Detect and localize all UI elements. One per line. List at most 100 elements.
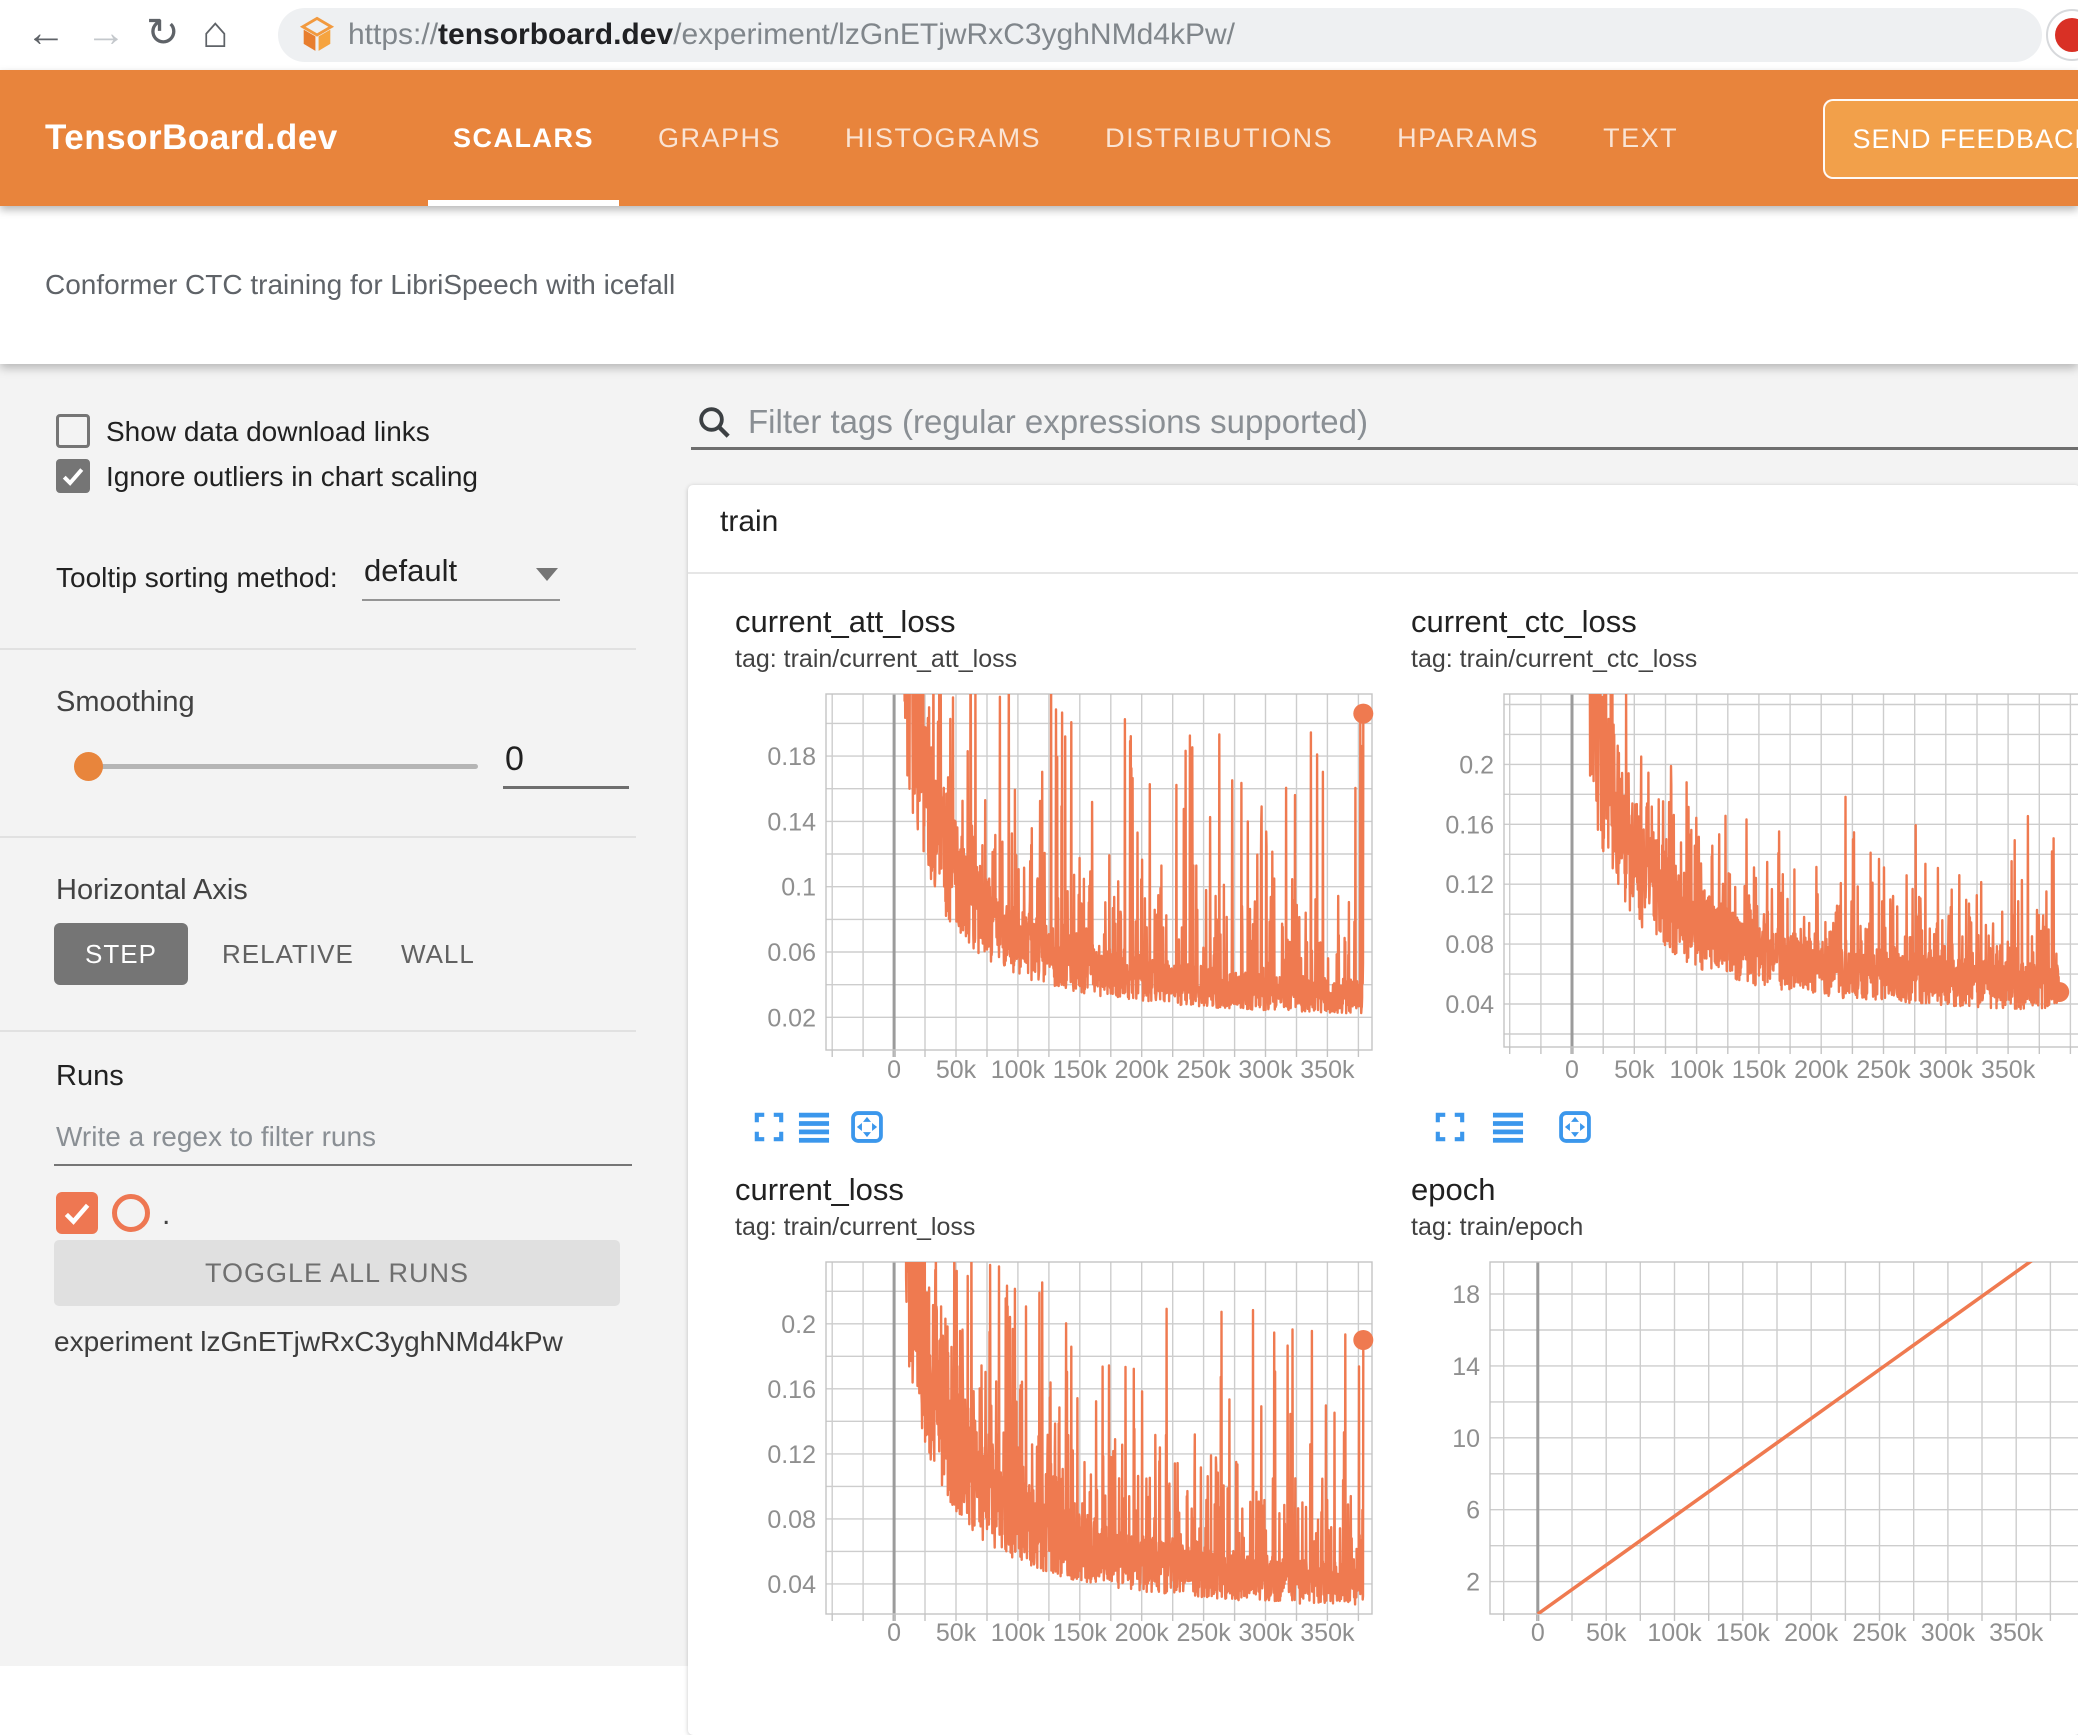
smoothing-slider-thumb[interactable] bbox=[74, 752, 103, 781]
app-header: TensorBoard.dev SCALARS GRAPHS HISTOGRAMS D… bbox=[0, 70, 2078, 206]
smoothing-value-underline bbox=[503, 786, 629, 789]
runs-regex-underline bbox=[54, 1164, 632, 1166]
svg-text:250k: 250k bbox=[1856, 1056, 1911, 1084]
tooltip-sorting-underline bbox=[362, 599, 560, 601]
tab-hparams[interactable]: HPARAMS bbox=[1372, 70, 1564, 206]
toggle-y-axis-icon[interactable] bbox=[1489, 1108, 1527, 1146]
svg-text:0.16: 0.16 bbox=[1445, 811, 1494, 839]
svg-text:0.06: 0.06 bbox=[767, 939, 816, 967]
svg-text:100k: 100k bbox=[1669, 1056, 1724, 1084]
fullscreen-icon[interactable] bbox=[1431, 1108, 1469, 1146]
chart-plot-current_loss[interactable]: 0.040.080.120.160.20 50k 100k 150k 200k 250k 3… bbox=[740, 1244, 1390, 1666]
svg-text:100k: 100k bbox=[991, 1056, 1046, 1084]
svg-text:0.08: 0.08 bbox=[1445, 931, 1494, 959]
svg-text:0: 0 bbox=[1531, 1619, 1545, 1647]
svg-text:0.12: 0.12 bbox=[767, 1441, 816, 1469]
svg-text:0.2: 0.2 bbox=[1459, 751, 1494, 779]
svg-text:2: 2 bbox=[1466, 1569, 1480, 1597]
svg-text:200k: 200k bbox=[1115, 1619, 1170, 1647]
svg-text:0: 0 bbox=[887, 1619, 901, 1647]
svg-text:300k: 300k bbox=[1919, 1056, 1974, 1084]
axis-step-button[interactable]: STEP bbox=[54, 923, 188, 985]
horizontal-axis-label: Horizontal Axis bbox=[56, 874, 248, 906]
tab-histograms[interactable]: HISTOGRAMS bbox=[820, 70, 1066, 206]
chart-tag-current_ctc_loss: tag: train/current_ctc_loss bbox=[1411, 645, 1698, 673]
show-download-links-label: Show data download links bbox=[106, 416, 430, 447]
svg-text:0.08: 0.08 bbox=[767, 1506, 816, 1534]
svg-text:250k: 250k bbox=[1176, 1056, 1231, 1084]
url-bar[interactable]: https://tensorboard.dev/experiment/lzGnE… bbox=[278, 8, 2042, 62]
divider bbox=[0, 648, 636, 650]
tab-bar: SCALARS GRAPHS HISTOGRAMS DISTRIBUTIONS HPAR… bbox=[428, 70, 1717, 206]
tab-text[interactable]: TEXT bbox=[1578, 70, 1703, 206]
brand: TensorBoard.dev bbox=[45, 118, 338, 157]
back-icon[interactable]: ← bbox=[26, 0, 66, 70]
home-icon[interactable]: ⌂ bbox=[202, 0, 229, 70]
chevron-down-icon[interactable] bbox=[536, 568, 558, 581]
svg-text:0.16: 0.16 bbox=[767, 1376, 816, 1404]
smoothing-label: Smoothing bbox=[56, 686, 195, 718]
experiment-subtitle: Conformer CTC training for LibriSpeech w… bbox=[45, 269, 676, 300]
svg-text:300k: 300k bbox=[1238, 1619, 1293, 1647]
fullscreen-icon[interactable] bbox=[750, 1108, 788, 1146]
filter-tags-input[interactable] bbox=[746, 402, 2050, 442]
tab-graphs[interactable]: GRAPHS bbox=[633, 70, 806, 206]
subtitle-bar: Conformer CTC training for LibriSpeech w… bbox=[0, 206, 2078, 364]
filter-tags-underline bbox=[691, 447, 2078, 450]
svg-text:250k: 250k bbox=[1852, 1619, 1907, 1647]
run-name-label: . bbox=[162, 1198, 171, 1231]
svg-text:0: 0 bbox=[1565, 1056, 1579, 1084]
show-download-links-checkbox[interactable] bbox=[56, 414, 90, 448]
smoothing-slider-track[interactable] bbox=[88, 764, 478, 769]
chart-plot-current_ctc_loss[interactable]: 0.04 0.08 0.12 0.16 0.2 0 50k 100k 150k 200k 250k 3… bbox=[1425, 676, 2078, 1105]
svg-text:350k: 350k bbox=[1300, 1619, 1355, 1647]
svg-text:200k: 200k bbox=[1794, 1056, 1849, 1084]
svg-text:14: 14 bbox=[1452, 1353, 1480, 1381]
tab-distributions[interactable]: DISTRIBUTIONS bbox=[1080, 70, 1358, 206]
svg-text:300k: 300k bbox=[1921, 1619, 1976, 1647]
url-text[interactable]: https://tensorboard.dev/experiment/lzGnE… bbox=[348, 8, 1235, 62]
chart-tag-current_loss: tag: train/current_loss bbox=[735, 1213, 976, 1241]
chart-tag-epoch: tag: train/epoch bbox=[1411, 1213, 1584, 1241]
tab-scalars[interactable]: SCALARS bbox=[428, 70, 620, 206]
svg-text:0.14: 0.14 bbox=[767, 808, 816, 836]
chart-plot-current_att_loss[interactable]: 0.020.060.10.140.180 50k 100k 150k 200k 250k 3… bbox=[740, 676, 1390, 1105]
svg-text:6: 6 bbox=[1466, 1497, 1480, 1525]
browser-toolbar: ← → ↻ ⌂ https://tensorboard.dev/experime… bbox=[0, 0, 2078, 70]
chart-plot-epoch[interactable]: 2 6 10 14 18 0 50k 100k 150k 200k 250k 300k 350k bbox=[1425, 1244, 2078, 1666]
axis-relative-button[interactable]: RELATIVE bbox=[222, 923, 354, 985]
run-color-circle[interactable] bbox=[112, 1194, 150, 1232]
forward-icon[interactable]: → bbox=[86, 0, 126, 70]
run-checkbox[interactable] bbox=[56, 1192, 98, 1234]
tooltip-sorting-select[interactable]: default bbox=[364, 553, 457, 589]
divider bbox=[0, 836, 636, 838]
chart-title-current_loss: current_loss bbox=[735, 1172, 904, 1207]
smoothing-value[interactable]: 0 bbox=[505, 740, 524, 779]
toggle-y-axis-icon[interactable] bbox=[795, 1108, 833, 1146]
svg-text:100k: 100k bbox=[991, 1619, 1046, 1647]
svg-text:100k: 100k bbox=[1647, 1619, 1702, 1647]
svg-text:150k: 150k bbox=[1053, 1619, 1108, 1647]
avatar[interactable] bbox=[2046, 9, 2078, 61]
toggle-all-runs-button[interactable]: TOGGLE ALL RUNS bbox=[54, 1240, 620, 1306]
experiment-id-label: experiment lzGnETjwRxC3yghNMd4kPw bbox=[54, 1326, 563, 1357]
svg-text:0.12: 0.12 bbox=[1445, 871, 1494, 899]
fit-domain-icon[interactable] bbox=[848, 1108, 886, 1146]
ignore-outliers-checkbox[interactable] bbox=[56, 459, 90, 493]
card-divider bbox=[688, 572, 2078, 574]
send-feedback-button[interactable]: SEND FEEDBACK bbox=[1823, 99, 2078, 179]
axis-wall-button[interactable]: WALL bbox=[401, 923, 475, 985]
runs-label: Runs bbox=[56, 1060, 124, 1092]
svg-text:150k: 150k bbox=[1716, 1619, 1771, 1647]
svg-text:0.02: 0.02 bbox=[767, 1004, 816, 1032]
refresh-icon[interactable]: ↻ bbox=[146, 0, 180, 70]
svg-text:0: 0 bbox=[887, 1056, 901, 1084]
section-title: train bbox=[720, 505, 779, 538]
runs-regex-input[interactable] bbox=[54, 1120, 618, 1154]
svg-text:250k: 250k bbox=[1176, 1619, 1231, 1647]
search-icon bbox=[699, 407, 730, 438]
svg-text:10: 10 bbox=[1452, 1425, 1480, 1453]
chart-tag-current_att_loss: tag: train/current_att_loss bbox=[735, 645, 1018, 673]
avatar-badge bbox=[2055, 18, 2078, 52]
fit-domain-icon[interactable] bbox=[1556, 1108, 1594, 1146]
